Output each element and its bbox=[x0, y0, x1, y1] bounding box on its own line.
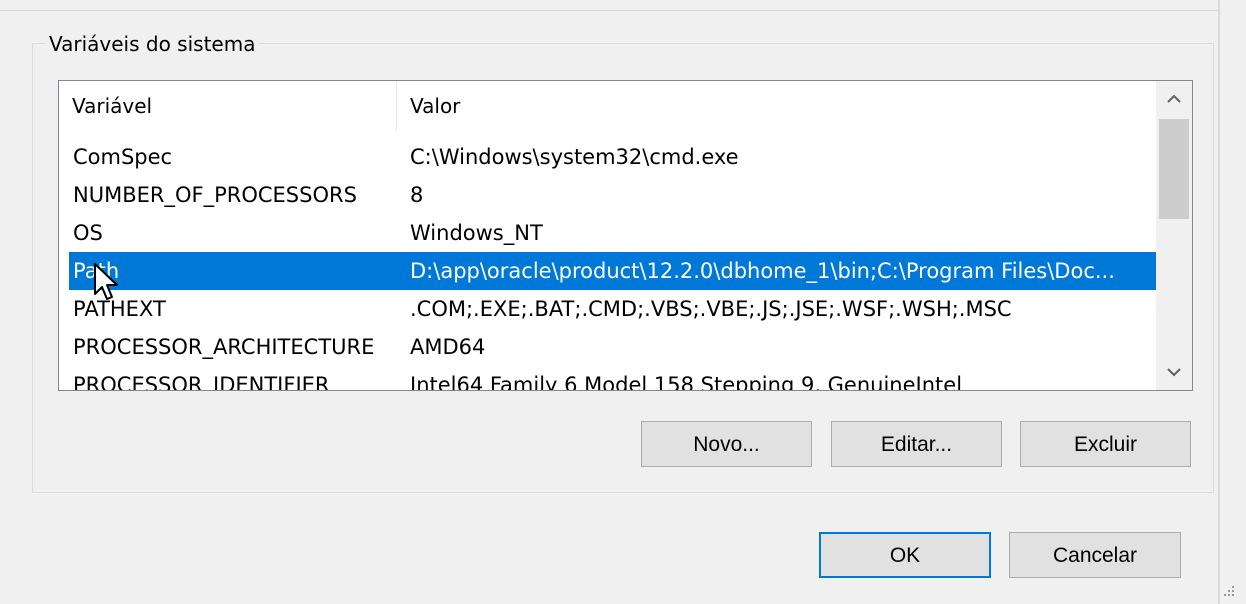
row-variable-value: Intel64 Family 6 Model 158 Stepping 9, G… bbox=[410, 373, 963, 391]
row-variable-name: OS bbox=[73, 221, 103, 245]
delete-variable-button[interactable]: Excluir bbox=[1020, 421, 1191, 467]
row-variable-name: PROCESSOR_IDENTIFIER bbox=[73, 373, 330, 391]
row-variable-value: C:\Windows\system32\cmd.exe bbox=[410, 145, 739, 169]
edit-variable-button[interactable]: Editar... bbox=[831, 421, 1002, 467]
row-variable-value: Windows_NT bbox=[410, 221, 543, 245]
scroll-up-button[interactable] bbox=[1156, 81, 1192, 117]
row-variable-value: AMD64 bbox=[410, 335, 486, 359]
scroll-down-button[interactable] bbox=[1156, 354, 1192, 390]
environment-variables-dialog: Variáveis do sistema Variável Valor ComS… bbox=[0, 0, 1246, 604]
row-variable-value: D:\app\oracle\product\12.2.0\dbhome_1\bi… bbox=[410, 259, 1115, 283]
table-row[interactable]: PATHEXT .COM;.EXE;.BAT;.CMD;.VBS;.VBE;.J… bbox=[69, 290, 1156, 328]
table-row[interactable]: PROCESSOR_ARCHITECTURE AMD64 bbox=[69, 328, 1156, 366]
table-row[interactable]: ComSpec C:\Windows\system32\cmd.exe bbox=[69, 138, 1156, 176]
ok-button[interactable]: OK bbox=[819, 532, 991, 578]
chevron-down-icon bbox=[1167, 368, 1181, 377]
mouse-pointer-icon bbox=[94, 263, 118, 300]
dialog-top-edge bbox=[0, 0, 1220, 11]
table-row[interactable]: OS Windows_NT bbox=[69, 214, 1156, 252]
row-variable-value: 8 bbox=[410, 183, 424, 207]
row-variable-name: PROCESSOR_ARCHITECTURE bbox=[73, 335, 375, 359]
table-row[interactable]: NUMBER_OF_PROCESSORS 8 bbox=[69, 176, 1156, 214]
system-variables-title: Variáveis do sistema bbox=[45, 30, 260, 58]
row-variable-name: NUMBER_OF_PROCESSORS bbox=[73, 183, 357, 207]
system-variables-list[interactable]: Variável Valor ComSpec C:\Windows\system… bbox=[58, 80, 1193, 391]
column-header-variable[interactable]: Variável bbox=[59, 81, 397, 131]
row-variable-value: .COM;.EXE;.BAT;.CMD;.VBS;.VBE;.JS;.JSE;.… bbox=[410, 297, 1012, 321]
column-header-value[interactable]: Valor bbox=[397, 81, 1156, 131]
dialog-right-edge bbox=[1218, 0, 1220, 604]
chevron-up-icon bbox=[1167, 94, 1181, 103]
row-variable-name: ComSpec bbox=[73, 145, 173, 169]
table-row[interactable]: PROCESSOR_IDENTIFIER Intel64 Family 6 Mo… bbox=[69, 366, 1156, 391]
new-variable-button[interactable]: Novo... bbox=[641, 421, 812, 467]
cancel-button[interactable]: Cancelar bbox=[1009, 532, 1181, 578]
resize-grip-icon[interactable] bbox=[1218, 584, 1236, 602]
list-header: Variável Valor bbox=[59, 81, 1156, 131]
scroll-thumb[interactable] bbox=[1159, 119, 1189, 219]
table-row-selected[interactable]: Path D:\app\oracle\product\12.2.0\dbhome… bbox=[69, 252, 1156, 290]
vertical-scrollbar[interactable] bbox=[1156, 81, 1192, 390]
list-rows: ComSpec C:\Windows\system32\cmd.exe NUMB… bbox=[69, 138, 1156, 391]
